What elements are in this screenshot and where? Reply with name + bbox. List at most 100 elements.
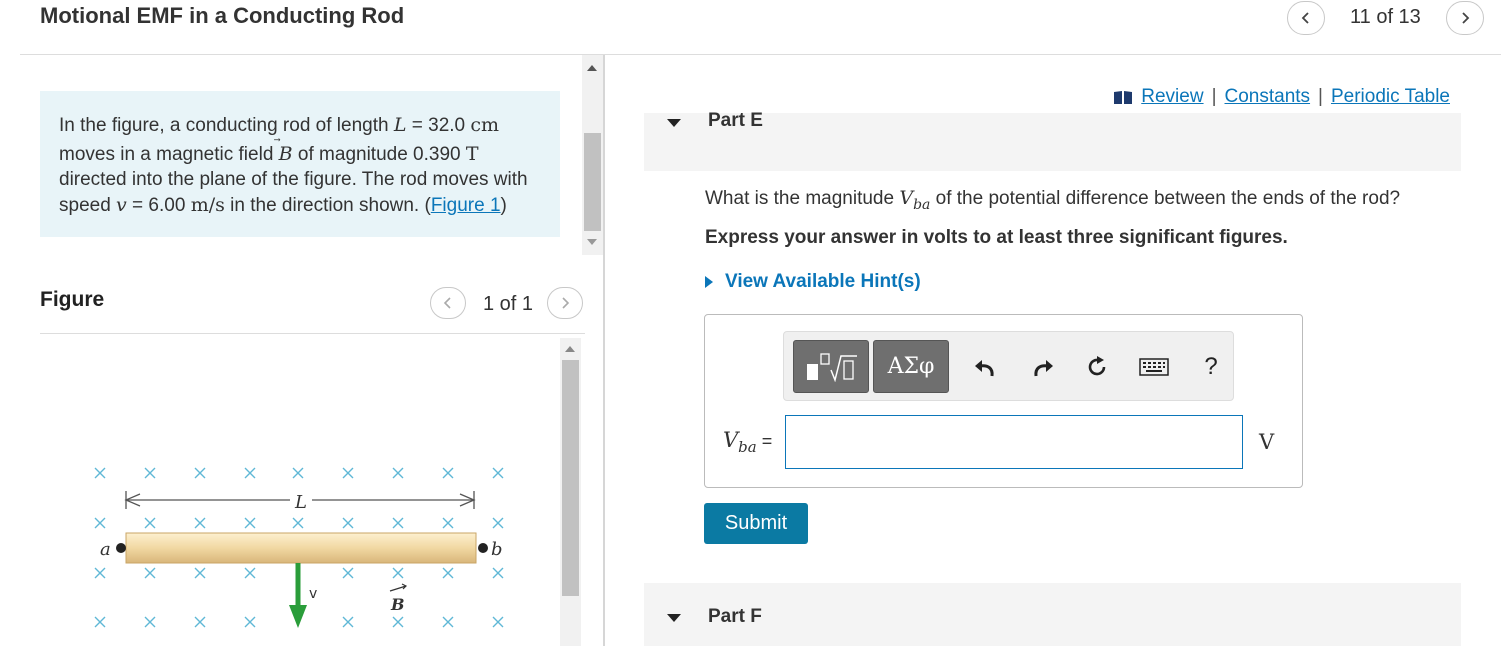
problem-statement: In the figure, a conducting rod of lengt… bbox=[40, 91, 560, 237]
field-x-marker bbox=[442, 567, 454, 579]
symbol-v: v bbox=[116, 194, 127, 216]
figure-link[interactable]: Figure 1 bbox=[431, 195, 501, 216]
templates-icon bbox=[807, 352, 857, 382]
reset-icon[interactable] bbox=[1084, 354, 1110, 380]
field-x-marker bbox=[442, 467, 454, 479]
speed-unit: m/s bbox=[190, 194, 225, 216]
label-L: L bbox=[294, 492, 307, 513]
field-x-marker bbox=[194, 567, 206, 579]
undo-icon[interactable] bbox=[972, 354, 998, 380]
collapse-triangle-icon[interactable] bbox=[667, 614, 681, 622]
field-x-marker bbox=[144, 467, 156, 479]
book-icon bbox=[1114, 90, 1133, 104]
answer-input[interactable] bbox=[785, 415, 1243, 469]
figure-scrollbar[interactable] bbox=[560, 338, 581, 646]
field-x-marker bbox=[94, 616, 106, 628]
symbol-V-subscript: ba bbox=[913, 196, 931, 213]
field-x-marker bbox=[144, 567, 156, 579]
figure-divider bbox=[40, 333, 585, 334]
problem-text: speed bbox=[59, 195, 117, 216]
problem-line-4: speed v = 6.00 m/s in the direction show… bbox=[59, 191, 540, 220]
symbol-B-vector: ⃗B bbox=[279, 140, 293, 168]
figure-prev-button[interactable] bbox=[430, 287, 466, 319]
problem-line-2: moves in a magnetic field ⃗B of magnitud… bbox=[59, 140, 540, 169]
scrollbar-thumb[interactable] bbox=[562, 360, 579, 596]
problem-text: in the direction shown. ( bbox=[224, 195, 431, 216]
field-x-marker bbox=[94, 517, 106, 529]
end-a-dot bbox=[116, 543, 126, 553]
field-x-marker bbox=[292, 467, 304, 479]
conducting-rod bbox=[125, 532, 477, 564]
scroll-up-arrow-icon[interactable] bbox=[565, 346, 575, 352]
field-x-marker bbox=[492, 467, 504, 479]
expand-triangle-icon bbox=[705, 276, 713, 288]
constants-link[interactable]: Constants bbox=[1225, 86, 1311, 108]
problem-line-3: directed into the plane of the figure. T… bbox=[59, 169, 528, 190]
redo-icon[interactable] bbox=[1030, 354, 1056, 380]
answer-instruction: Express your answer in volts to at least… bbox=[705, 227, 1288, 248]
field-x-marker bbox=[94, 567, 106, 579]
label-v: v bbox=[309, 586, 317, 602]
part-e-header[interactable] bbox=[644, 113, 1461, 171]
next-item-button[interactable] bbox=[1446, 1, 1484, 35]
greek-symbols-button[interactable]: ΑΣφ bbox=[873, 340, 949, 393]
math-toolbar: ΑΣφ ? bbox=[783, 331, 1234, 401]
rod-figure: L a b v B bbox=[94, 467, 504, 628]
figure-heading: Figure bbox=[40, 288, 105, 311]
templates-button[interactable] bbox=[793, 340, 869, 393]
field-x-marker bbox=[144, 616, 156, 628]
field-x-marker bbox=[292, 517, 304, 529]
link-separator: | bbox=[1211, 86, 1217, 107]
symbol-L: L bbox=[393, 114, 407, 136]
label-B: B bbox=[390, 595, 405, 614]
symbol-B: B bbox=[278, 143, 293, 165]
problem-scrollbar[interactable] bbox=[582, 55, 603, 255]
field-x-marker bbox=[244, 517, 256, 529]
scroll-down-arrow-icon[interactable] bbox=[587, 239, 597, 245]
field-x-marker bbox=[194, 517, 206, 529]
pane-divider[interactable] bbox=[603, 55, 605, 646]
problem-text: of magnitude 0.390 bbox=[292, 144, 466, 165]
field-x-marker bbox=[342, 467, 354, 479]
chevron-right-icon bbox=[562, 297, 570, 309]
field-x-marker bbox=[442, 517, 454, 529]
vector-arrow-icon bbox=[389, 583, 408, 592]
answer-panel: ΑΣφ ? Vba = V bbox=[704, 314, 1303, 488]
speed-value: = 6.00 bbox=[126, 195, 191, 216]
view-hints-toggle[interactable]: View Available Hint(s) bbox=[705, 271, 921, 293]
field-x-marker bbox=[342, 517, 354, 529]
scroll-up-arrow-icon[interactable] bbox=[587, 65, 597, 71]
question-part: of the potential difference between the … bbox=[930, 188, 1401, 209]
problem-text: In the figure, a conducting rod of lengt… bbox=[59, 115, 394, 136]
equals-sign: = bbox=[406, 115, 429, 136]
part-f-header[interactable] bbox=[644, 583, 1461, 646]
figure-next-button[interactable] bbox=[547, 287, 583, 319]
prev-item-button[interactable] bbox=[1287, 1, 1325, 35]
part-e-label[interactable]: Part E bbox=[708, 110, 763, 132]
symbol-V: V bbox=[723, 428, 739, 452]
resource-links: Review | Constants | Periodic Table bbox=[1113, 86, 1450, 108]
label-a: a bbox=[100, 539, 111, 560]
field-x-marker bbox=[392, 567, 404, 579]
field-x-marker bbox=[492, 616, 504, 628]
review-link[interactable]: Review bbox=[1141, 86, 1203, 108]
help-icon[interactable]: ? bbox=[1198, 353, 1224, 380]
submit-button[interactable]: Submit bbox=[704, 503, 808, 544]
collapse-triangle-icon[interactable] bbox=[667, 119, 681, 127]
item-counter: 11 of 13 bbox=[1350, 6, 1421, 28]
field-x-marker bbox=[392, 517, 404, 529]
page-title: Motional EMF in a Conducting Rod bbox=[40, 3, 405, 28]
symbol-V: V bbox=[899, 187, 914, 209]
field-x-marker bbox=[392, 467, 404, 479]
answer-unit: V bbox=[1259, 430, 1275, 454]
question-text: What is the magnitude Vba of the potenti… bbox=[705, 187, 1400, 213]
problem-text: ) bbox=[500, 195, 507, 216]
velocity-arrow-head-icon bbox=[289, 605, 307, 628]
field-x-marker bbox=[342, 567, 354, 579]
scrollbar-thumb[interactable] bbox=[584, 133, 601, 231]
chevron-left-icon bbox=[443, 297, 451, 309]
periodic-table-link[interactable]: Periodic Table bbox=[1331, 86, 1450, 108]
link-separator: | bbox=[1318, 86, 1323, 107]
keyboard-icon[interactable] bbox=[1138, 354, 1170, 380]
part-f-label[interactable]: Part F bbox=[708, 606, 762, 628]
